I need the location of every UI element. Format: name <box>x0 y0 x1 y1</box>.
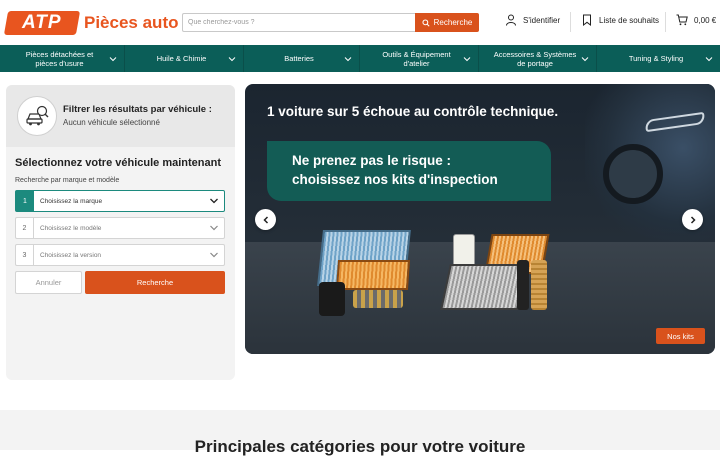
chevron-down-icon <box>463 56 471 61</box>
vehicle-select-heading: Sélectionnez votre véhicule maintenant <box>15 157 222 169</box>
brand-select-value: Choisissez la marque <box>40 197 103 205</box>
search-bar: Recherche <box>182 13 479 32</box>
logo-badge-text: ATP <box>22 11 62 33</box>
oil-filter-image <box>517 260 529 310</box>
brand-select[interactable]: 1 Choisissez la marque <box>15 190 225 212</box>
vehicle-filter-panel: Filtrer les résultats par véhicule : Auc… <box>6 85 235 380</box>
nav-item-label: Huile & Chimie <box>156 54 207 63</box>
user-icon <box>506 14 516 26</box>
vehicle-select-subheading: Recherche par marque et modèle <box>15 177 120 184</box>
chevron-down-icon <box>228 56 236 61</box>
headlight <box>644 111 706 133</box>
step-number: 2 <box>16 218 34 238</box>
cabin-filter-grey-image <box>440 264 528 310</box>
chevron-left-icon <box>262 215 268 224</box>
banner-line-2: choisissez nos kits d'inspection <box>292 172 498 187</box>
cart-link[interactable]: 0,00 € <box>676 14 716 26</box>
chevron-down-icon <box>344 56 352 61</box>
chevron-down-icon <box>705 56 713 61</box>
chevron-down-icon <box>210 225 218 231</box>
header-divider <box>665 12 666 32</box>
logo-badge: ATP <box>3 10 81 35</box>
chevron-down-icon <box>210 198 218 204</box>
filter-title: Filtrer les résultats par véhicule : <box>63 104 212 115</box>
bookmark-icon <box>583 14 591 26</box>
chevron-right-icon <box>690 215 696 224</box>
nav-item-parts[interactable]: Pièces détachées et pièces d'usure <box>0 45 125 72</box>
model-select-value: Choisissez le modèle <box>40 224 102 232</box>
car-search-icon <box>17 96 57 136</box>
cart-icon <box>676 14 688 26</box>
wheel <box>603 144 663 204</box>
oil-filter-cartridge-image <box>531 260 547 310</box>
step-number: 1 <box>16 191 34 211</box>
nav-item-tools[interactable]: Outils & Équipement d'atelier <box>360 45 479 72</box>
wishlist-label: Liste de souhaits <box>599 15 660 25</box>
logo-text: Pièces auto <box>84 12 179 32</box>
banner-line-1: Ne prenez pas le risque : <box>292 153 452 168</box>
vehicle-filter-header: Filtrer les résultats par véhicule : Auc… <box>6 85 235 147</box>
nav-item-label: Batteries <box>284 54 314 63</box>
banner-message-box: Ne prenez pas le risque : choisissez nos… <box>267 141 551 201</box>
nav-item-label: Pièces détachées et pièces d'usure <box>25 49 94 68</box>
spark-plugs-image <box>353 290 403 308</box>
login-label: S'identifier <box>523 15 561 25</box>
site-logo[interactable]: ATP Pièces auto <box>3 10 179 35</box>
header-divider <box>570 12 571 32</box>
search-button[interactable]: Recherche <box>415 13 479 32</box>
search-input[interactable] <box>182 13 415 32</box>
site-header: ATP Pièces auto Recherche S'identifier L… <box>0 0 720 45</box>
chevron-down-icon <box>109 56 117 61</box>
categories-section: Principales catégories pour votre voitur… <box>0 410 720 456</box>
version-select[interactable]: 3 Choisissez la version <box>15 244 225 266</box>
carousel-prev-button[interactable] <box>255 209 276 230</box>
cancel-button[interactable]: Annuler <box>15 271 82 294</box>
nav-item-tuning[interactable]: Tuning & Styling <box>597 45 720 72</box>
nav-item-accessories[interactable]: Accessoires & Systèmes de portage <box>479 45 597 72</box>
step-number: 3 <box>16 245 34 265</box>
filter-status: Aucun véhicule sélectionné <box>63 118 160 127</box>
search-button-label: Recherche <box>433 18 473 27</box>
search-icon <box>422 18 430 27</box>
chevron-down-icon <box>581 56 589 61</box>
kits-button[interactable]: Nos kits <box>656 328 705 344</box>
model-select[interactable]: 2 Choisissez le modèle <box>15 217 225 239</box>
main-nav: Pièces détachées et pièces d'usure Huile… <box>0 45 720 72</box>
nav-item-oil[interactable]: Huile & Chimie <box>125 45 244 72</box>
fuel-filter-white-image <box>453 234 475 268</box>
nav-item-label: Tuning & Styling <box>628 54 684 63</box>
section-title: Principales catégories pour votre voitur… <box>194 437 526 456</box>
login-link[interactable]: S'identifier <box>505 14 560 26</box>
nav-item-label: Outils & Équipement d'atelier <box>382 49 451 68</box>
banner-headline: 1 voiture sur 5 échoue au contrôle techn… <box>267 104 559 119</box>
fuel-filter-image <box>319 282 345 316</box>
cart-total: 0,00 € <box>694 15 717 25</box>
carousel-next-button[interactable] <box>682 209 703 230</box>
chevron-down-icon <box>210 252 218 258</box>
promo-banner[interactable]: 1 voiture sur 5 échoue au contrôle techn… <box>245 84 715 354</box>
version-select-value: Choisissez la version <box>40 251 102 259</box>
air-filter-image <box>335 260 411 290</box>
nav-item-label: Accessoires & Systèmes de portage <box>493 49 577 68</box>
vehicle-search-button[interactable]: Recherche <box>85 271 225 294</box>
wishlist-link[interactable]: Liste de souhaits <box>581 14 659 26</box>
nav-item-batteries[interactable]: Batteries <box>244 45 360 72</box>
